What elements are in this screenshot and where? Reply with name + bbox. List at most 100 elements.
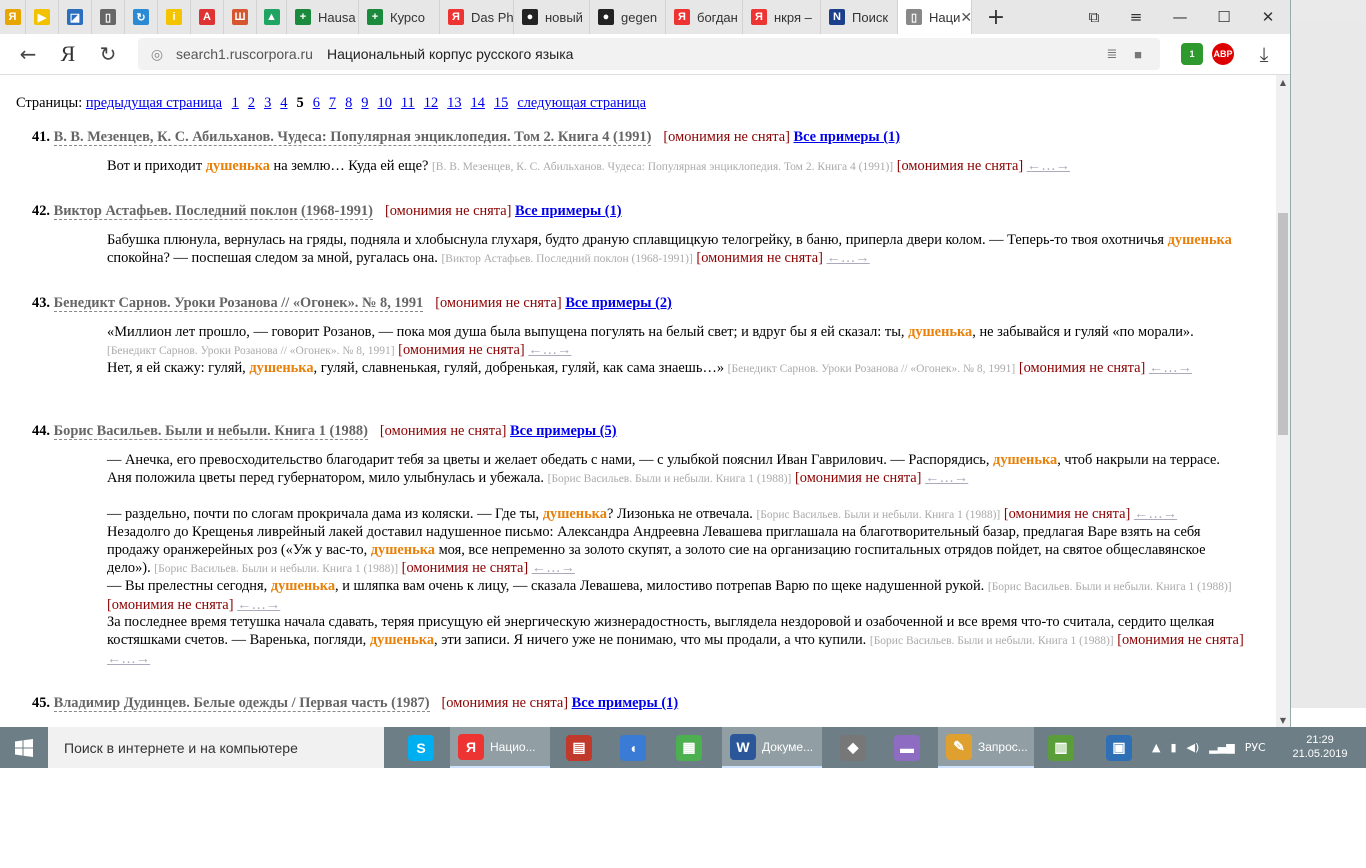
tray-expand-icon[interactable]: ▲: [1152, 741, 1160, 754]
browser-tab[interactable]: ● новый: [514, 0, 590, 34]
browser-tab[interactable]: Я: [0, 0, 26, 34]
scroll-up-icon[interactable]: ▲: [1276, 75, 1290, 89]
pager-page-link[interactable]: 7: [329, 95, 336, 111]
browser-tab[interactable]: ▲: [257, 0, 287, 34]
browser-tab[interactable]: ▯ Наци ✕: [898, 0, 972, 34]
pager-page-link[interactable]: 11: [401, 95, 415, 111]
taskbar-app[interactable]: ▣: [1098, 727, 1148, 768]
url-field[interactable]: ◎ search1.ruscorpora.ru Национальный кор…: [138, 38, 1160, 70]
context-expand-link[interactable]: ←…→: [237, 597, 280, 613]
context-expand-link[interactable]: ←…→: [925, 470, 968, 486]
pager-page-link[interactable]: 1: [232, 95, 239, 111]
browser-tab[interactable]: + Курсо: [359, 0, 440, 34]
all-examples-link[interactable]: Все примеры (5): [510, 423, 617, 439]
context-expand-link[interactable]: ←…→: [1134, 506, 1177, 522]
browser-tab[interactable]: A: [191, 0, 224, 34]
pager-page-link[interactable]: 4: [280, 95, 287, 111]
document-title-link[interactable]: Виктор Астафьев. Последний поклон (1968-…: [53, 203, 373, 220]
start-button[interactable]: [0, 727, 48, 768]
menu-icon[interactable]: ≡: [1114, 0, 1158, 34]
pager-page-link[interactable]: 12: [424, 95, 438, 111]
minimize-icon[interactable]: —: [1158, 0, 1202, 34]
context-expand-link[interactable]: ←…→: [827, 250, 870, 266]
taskbar-app[interactable]: ▤: [558, 727, 608, 768]
url-page-title: Национальный корпус русского языка: [326, 46, 574, 62]
close-window-icon[interactable]: ✕: [1246, 0, 1290, 34]
tab-manager-icon[interactable]: ⧉: [1072, 0, 1116, 34]
taskbar-app[interactable]: ◆: [832, 727, 882, 768]
pager-page-link[interactable]: 2: [248, 95, 255, 111]
maximize-icon[interactable]: ☐: [1202, 0, 1246, 34]
omonimia-note: [омонимия не снята]: [379, 423, 507, 439]
bookmark-icon[interactable]: ■: [1128, 44, 1148, 64]
vertical-scrollbar[interactable]: ▲ ▼: [1276, 75, 1290, 727]
browser-tab[interactable]: Я Das Ph: [440, 0, 514, 34]
context-expand-link[interactable]: ←…→: [1027, 158, 1070, 174]
taskbar-app-icon: Я: [458, 733, 484, 760]
taskbar-app[interactable]: W Докуме...: [722, 727, 822, 768]
browser-tab[interactable]: Ш: [224, 0, 257, 34]
pager-page-link[interactable]: 13: [447, 95, 461, 111]
battery-icon[interactable]: ▮: [1170, 741, 1176, 754]
taskbar-app[interactable]: Я Нацио...: [450, 727, 550, 768]
browser-tab[interactable]: + Hausa: [287, 0, 359, 34]
context-expand-link[interactable]: ←…→: [532, 560, 575, 576]
taskbar-app[interactable]: ▬: [886, 727, 934, 768]
snippet-source: [Борис Васильев. Были и небыли. Книга 1 …: [869, 635, 1114, 647]
document-title-link[interactable]: Владимир Дудинцев. Белые одежды / Первая…: [53, 695, 430, 712]
browser-tab[interactable]: Янкря –: [743, 0, 821, 34]
yandex-home-icon[interactable]: Я: [48, 34, 88, 74]
browser-tab[interactable]: ● gegen: [590, 0, 666, 34]
tab-favicon-icon: Я: [751, 9, 767, 25]
document-title-link[interactable]: Бенедикт Сарнов. Уроки Розанова // «Огон…: [53, 295, 424, 312]
browser-tab[interactable]: ↻: [125, 0, 158, 34]
context-expand-link[interactable]: ←…→: [1149, 360, 1192, 376]
new-tab-button[interactable]: +: [974, 0, 1018, 34]
scroll-down-icon[interactable]: ▼: [1276, 713, 1290, 727]
all-examples-link[interactable]: Все примеры (1): [515, 203, 622, 219]
browser-tab[interactable]: i: [158, 0, 191, 34]
pager-page-link[interactable]: 9: [361, 95, 368, 111]
extension-icon[interactable]: 1: [1181, 43, 1203, 65]
pager-page-link[interactable]: 15: [494, 95, 508, 111]
pager-page-link[interactable]: 3: [264, 95, 271, 111]
network-icon[interactable]: ▂▄▆: [1209, 741, 1234, 754]
document-title-link[interactable]: В. В. Мезенцев, К. С. Абильханов. Чудеса…: [53, 129, 652, 146]
taskbar-app[interactable]: ▥: [1040, 727, 1090, 768]
document-title-link[interactable]: Борис Васильев. Были и небыли. Книга 1 (…: [53, 423, 368, 440]
browser-tab[interactable]: ▶: [26, 0, 59, 34]
pager-page-link[interactable]: 14: [471, 95, 485, 111]
taskbar-app[interactable]: ◖: [612, 727, 662, 768]
pager-next-link[interactable]: следующая страница: [517, 95, 646, 111]
adblock-icon[interactable]: ABP: [1212, 43, 1234, 65]
context-expand-link[interactable]: ←…→: [107, 651, 150, 667]
omonimia-note: [омонимия не снята]: [441, 695, 568, 711]
browser-tab[interactable]: N Поиск: [821, 0, 898, 34]
reader-mode-icon[interactable]: ≣: [1102, 44, 1122, 64]
taskbar-app[interactable]: S: [400, 727, 446, 768]
browser-tab[interactable]: ◪: [59, 0, 92, 34]
all-examples-link[interactable]: Все примеры (1): [572, 695, 679, 711]
taskbar-search-input[interactable]: Поиск в интернете и на компьютере: [48, 727, 384, 768]
all-examples-link[interactable]: Все примеры (1): [793, 129, 900, 145]
language-indicator[interactable]: РУС: [1245, 741, 1266, 754]
pager-prev-link[interactable]: предыдущая страница: [86, 95, 222, 111]
clock[interactable]: 21:29 21.05.2019: [1284, 733, 1356, 761]
taskbar-app[interactable]: ▦: [668, 727, 718, 768]
browser-tab[interactable]: Ябогдан: [666, 0, 743, 34]
volume-icon[interactable]: ◀): [1187, 741, 1200, 754]
downloads-icon[interactable]: ⤓: [1244, 34, 1284, 74]
all-examples-link[interactable]: Все примеры (2): [565, 295, 672, 311]
pager-page-link[interactable]: 6: [313, 95, 320, 111]
context-expand-link[interactable]: ←…→: [528, 342, 571, 358]
browser-tab[interactable]: ▯: [92, 0, 125, 34]
document-number: 42.: [32, 203, 50, 219]
back-button[interactable]: ←: [8, 34, 48, 74]
reload-button[interactable]: ↻: [88, 34, 128, 74]
pager-page-link[interactable]: 8: [345, 95, 352, 111]
close-tab-icon[interactable]: ✕: [960, 9, 971, 26]
example-snippet: — Анечка, его превосходительство благода…: [107, 451, 1246, 488]
scroll-thumb[interactable]: [1278, 213, 1288, 435]
taskbar-app[interactable]: ✎ Запрос...: [938, 727, 1034, 768]
pager-page-link[interactable]: 10: [378, 95, 392, 111]
